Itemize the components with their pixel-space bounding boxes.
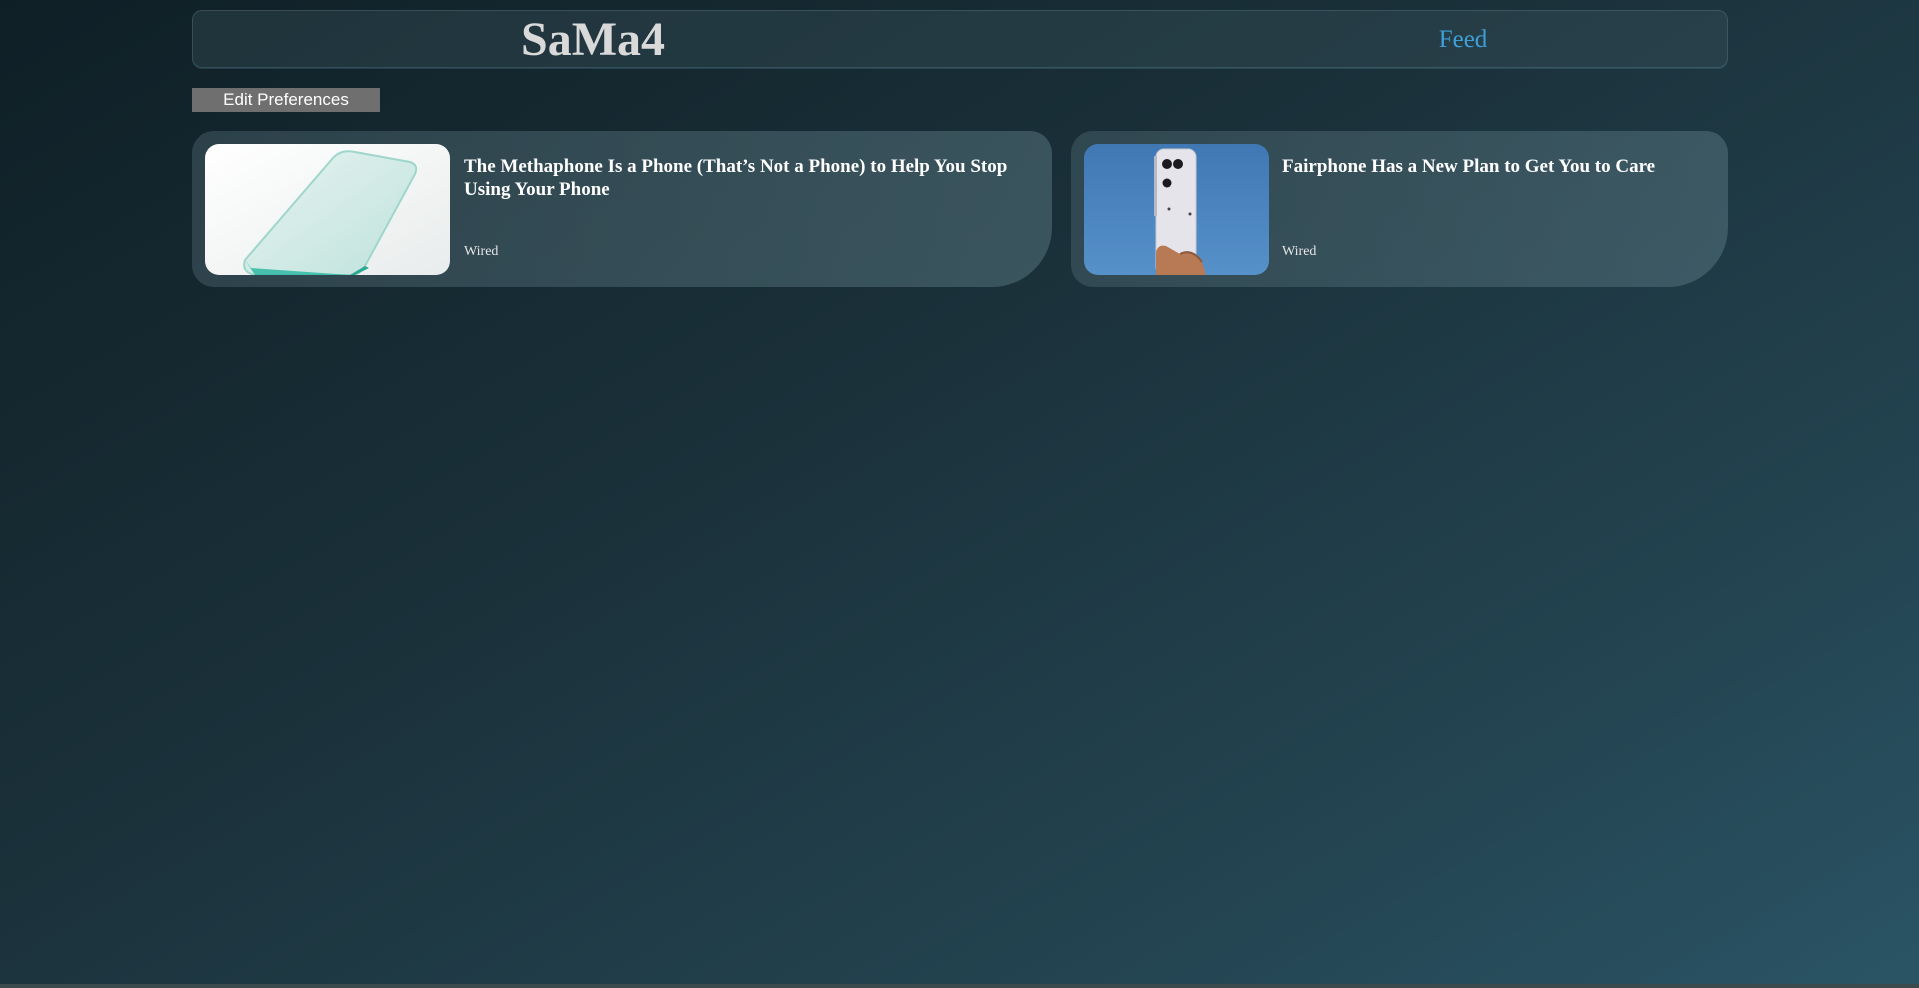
- article-source: Wired: [1282, 244, 1317, 259]
- hand-phone-image: [1084, 144, 1269, 275]
- article-card[interactable]: The Methaphone Is a Phone (That’s Not a …: [192, 131, 1052, 287]
- article-title[interactable]: Fairphone Has a New Plan to Get You to C…: [1282, 155, 1698, 178]
- site-header: SaMa4 Feed: [192, 10, 1728, 68]
- site-logo[interactable]: SaMa4: [193, 11, 993, 69]
- glass-phone-image: [205, 144, 450, 275]
- article-thumbnail[interactable]: [205, 144, 450, 275]
- article-thumbnail[interactable]: [1084, 144, 1269, 275]
- article-title[interactable]: The Methaphone Is a Phone (That’s Not a …: [464, 155, 1022, 201]
- page-bottom-border: [0, 984, 1919, 988]
- article-source: Wired: [464, 244, 499, 259]
- edit-preferences-button[interactable]: Edit Preferences: [192, 88, 380, 112]
- nav-link-feed[interactable]: Feed: [1346, 11, 1580, 69]
- article-card[interactable]: Fairphone Has a New Plan to Get You to C…: [1071, 131, 1728, 287]
